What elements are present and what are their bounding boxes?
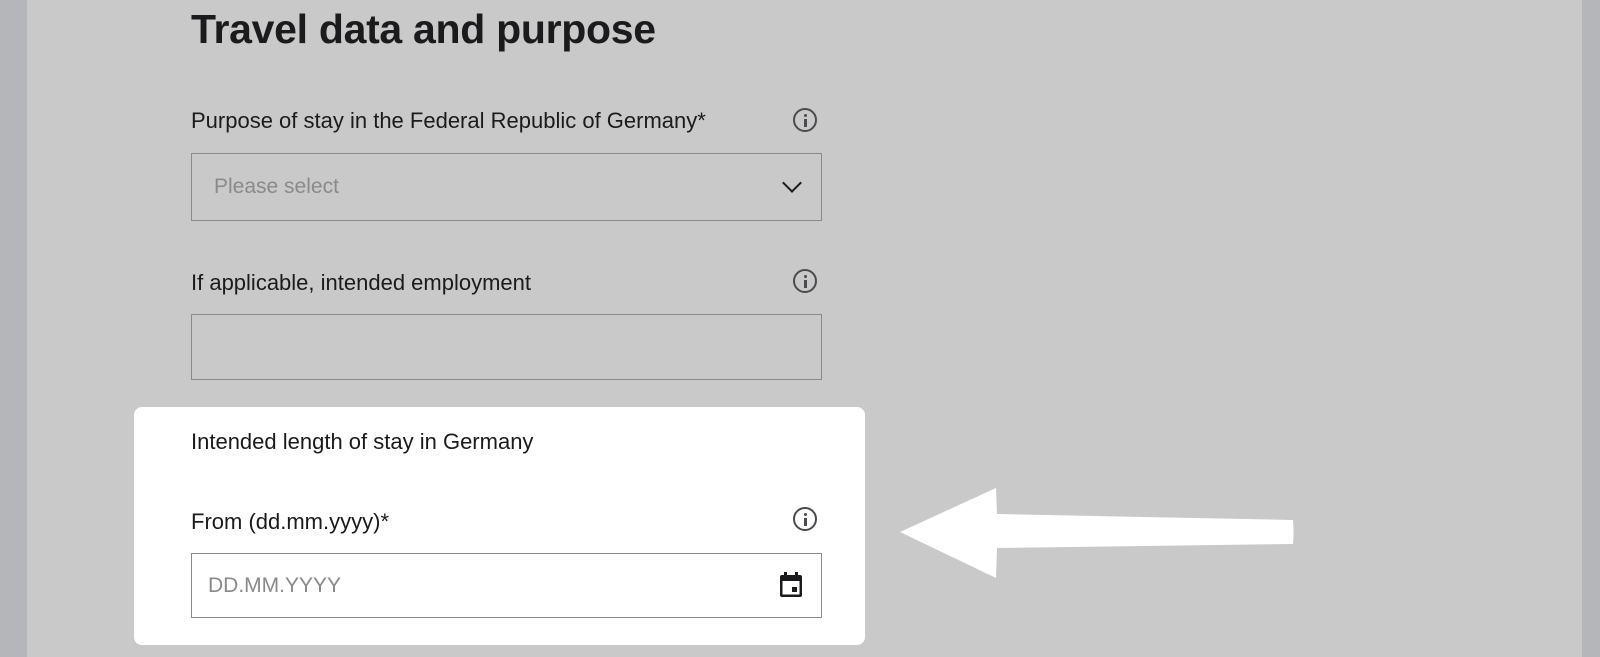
length-of-stay-heading: Intended length of stay in Germany [191,429,534,454]
info-icon[interactable] [793,108,817,132]
from-date-label: From (dd.mm.yyyy)* [191,509,389,534]
purpose-select[interactable]: Please select [191,153,822,221]
purpose-label: Purpose of stay in the Federal Republic … [191,108,706,133]
calendar-icon[interactable] [779,572,803,598]
form-page: Travel data and purpose Purpose of stay … [27,0,1582,657]
purpose-select-placeholder: Please select [214,175,339,198]
info-icon[interactable] [793,269,817,293]
arrow-left-icon [900,488,1294,578]
chevron-down-icon [782,173,802,193]
page-title: Travel data and purpose [191,6,656,52]
employment-input[interactable] [191,314,822,380]
from-date-input[interactable]: DD.MM.YYYY [191,553,822,618]
from-date-placeholder: DD.MM.YYYY [208,573,342,597]
info-icon[interactable] [793,507,817,531]
employment-label: If applicable, intended employment [191,270,531,295]
